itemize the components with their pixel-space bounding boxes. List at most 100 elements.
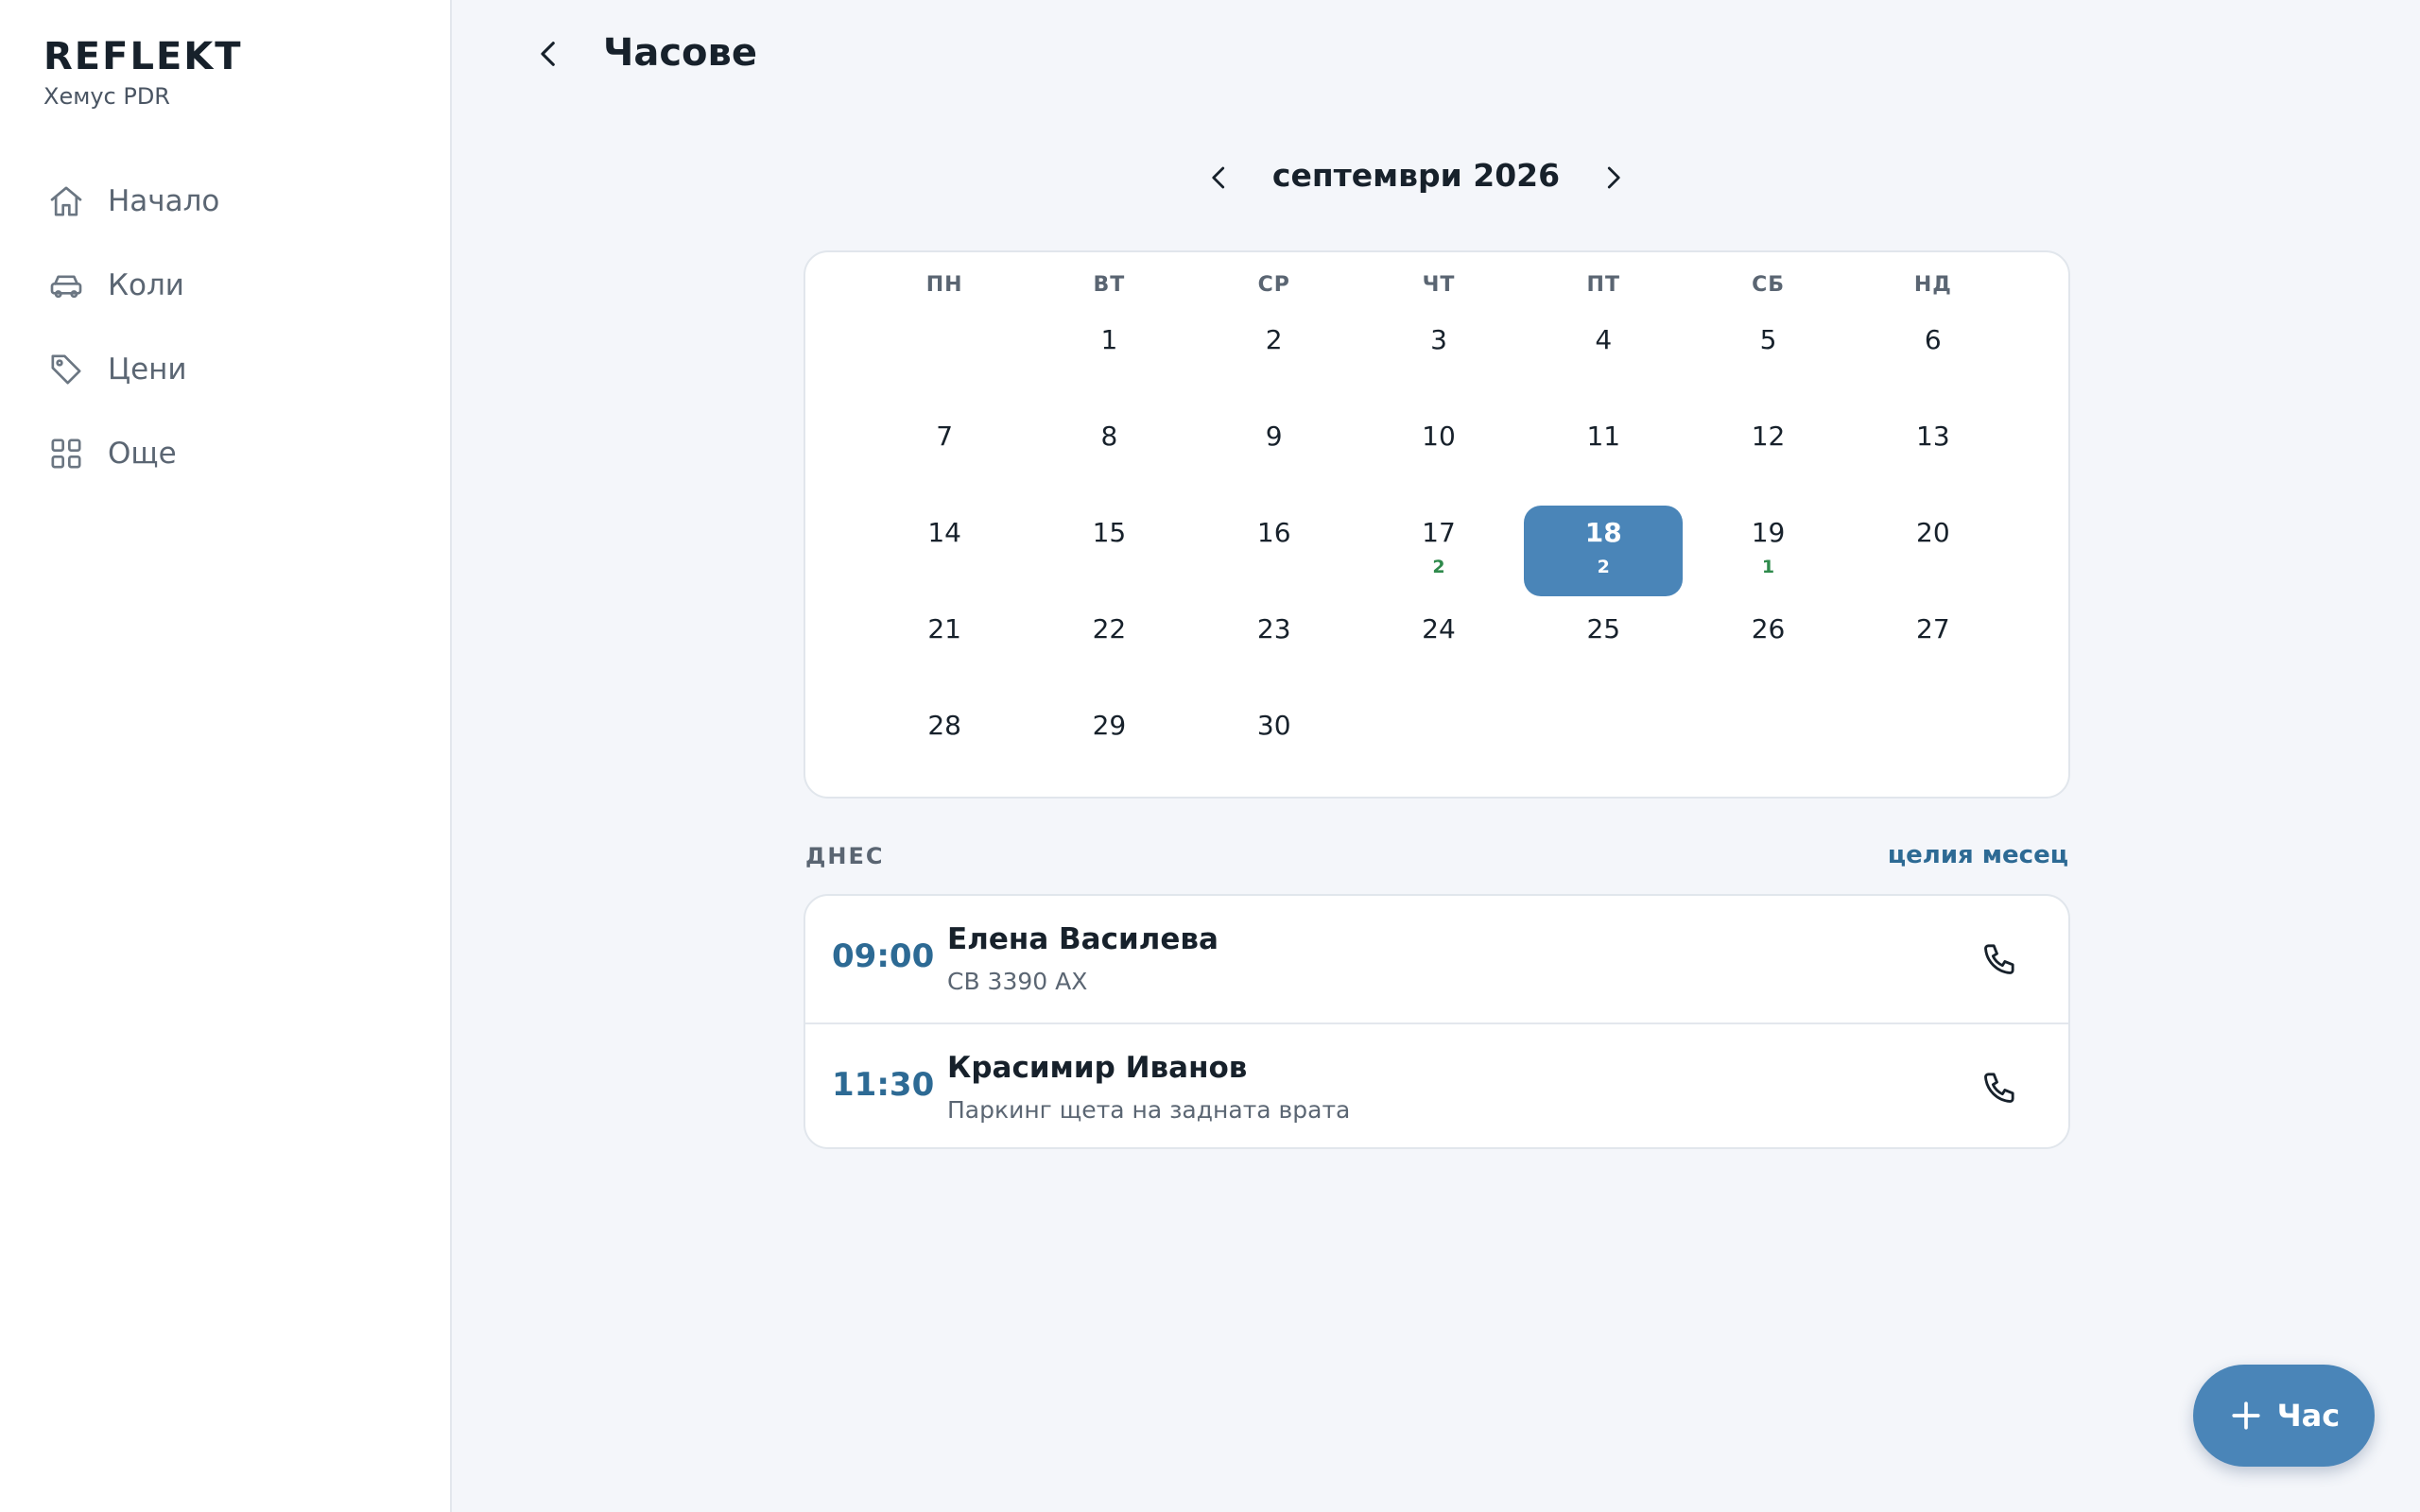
sidebar-item-label: Коли [108, 268, 184, 302]
customer-name: Красимир Иванов [947, 1051, 1248, 1085]
sidebar-item-label: Цени [108, 352, 187, 387]
add-appointment-button[interactable]: Час [2193, 1365, 2375, 1467]
call-button[interactable] [1976, 936, 2023, 983]
weekday-label: ВТ [1093, 273, 1126, 297]
calendar-day[interactable]: 30 [1195, 698, 1354, 789]
calendar-card: ПН ВТ СР ЧТ ПТ СБ НД 1 2 3 4 5 6 7 8 9 10 11 12 13 14 15 16 17… [804, 250, 2070, 799]
day-number: 1 [1100, 324, 1118, 355]
appointment-item[interactable]: 09:00 Елена Василева СВ 3390 АХ [805, 896, 2068, 1022]
calendar-day[interactable]: 11 [1524, 409, 1683, 500]
calendar-day[interactable]: 23 [1195, 602, 1354, 693]
day-number: 23 [1256, 613, 1291, 644]
day-number: 6 [1924, 324, 1942, 355]
calendar-grid: 1 2 3 4 5 6 7 8 9 10 11 12 13 14 15 16 17 2 18 2 19 1 20 21 22 23… [862, 313, 2015, 795]
calendar-day[interactable]: 15 [1030, 506, 1189, 596]
sidebar-item-cars[interactable]: Коли [45, 259, 219, 312]
month-navigator: септември 2026 [1197, 151, 1635, 204]
calendar-empty-cell [1524, 698, 1683, 789]
appointment-list: 09:00 Елена Василева СВ 3390 АХ 11:30 Кр… [804, 894, 2070, 1149]
day-number: 30 [1256, 710, 1291, 741]
day-number: 7 [936, 421, 954, 452]
calendar-day[interactable]: 21 [865, 602, 1024, 693]
weekday-label: СР [1257, 273, 1290, 297]
calendar-day[interactable]: 13 [1854, 409, 2013, 500]
business-name: Хемус PDR [43, 83, 170, 110]
calendar-day[interactable]: 17 2 [1359, 506, 1518, 596]
weekday-label: ЧТ [1422, 273, 1456, 297]
calendar-day[interactable]: 6 [1854, 313, 2013, 404]
back-button[interactable] [524, 28, 575, 79]
calendar-day[interactable]: 9 [1195, 409, 1354, 500]
day-number: 12 [1751, 421, 1786, 452]
sidebar-item-more[interactable]: Още [45, 427, 219, 480]
chevron-left-icon [541, 42, 555, 66]
calendar-day[interactable]: 28 [865, 698, 1024, 789]
sidebar-nav: Начало Коли Цени Още [45, 175, 219, 511]
chevron-right-icon [1607, 166, 1620, 189]
calendar-day[interactable]: 14 [865, 506, 1024, 596]
today-section-header: ДНЕС целия месец [805, 841, 2068, 875]
today-label: ДНЕС [805, 843, 885, 869]
plus-icon [2228, 1398, 2264, 1434]
chevron-left-icon [1212, 166, 1225, 189]
brand: REFLEKT Хемус PDR [43, 36, 243, 110]
phone-icon [1984, 944, 2014, 974]
calendar-day[interactable]: 2 [1195, 313, 1354, 404]
calendar-day[interactable]: 24 [1359, 602, 1518, 693]
appointment-item[interactable]: 11:30 Красимир Иванов Паркинг щета на за… [805, 1022, 2068, 1147]
calendar-day[interactable]: 1 [1030, 313, 1189, 404]
app-logo[interactable]: REFLEKT [43, 36, 243, 77]
calendar-day[interactable]: 16 [1195, 506, 1354, 596]
appointment-time: 09:00 [832, 937, 935, 975]
day-number: 25 [1586, 613, 1621, 644]
calendar-week: 1 2 3 4 5 6 [862, 313, 2015, 409]
day-number: 3 [1430, 324, 1447, 355]
calendar-day[interactable]: 12 [1689, 409, 1848, 500]
calendar-week: 7 8 9 10 11 12 13 [862, 409, 2015, 506]
calendar-day[interactable]: 26 [1689, 602, 1848, 693]
calendar-day[interactable]: 19 1 [1689, 506, 1848, 596]
calendar-day[interactable]: 10 [1359, 409, 1518, 500]
customer-name: Елена Василева [947, 922, 1219, 956]
weekday-label: ПН [925, 273, 963, 297]
calendar-day[interactable]: 8 [1030, 409, 1189, 500]
add-appointment-label: Час [2276, 1398, 2341, 1434]
calendar-day[interactable]: 7 [865, 409, 1024, 500]
calendar-day[interactable]: 22 [1030, 602, 1189, 693]
day-number: 20 [1916, 517, 1950, 548]
calendar-day[interactable]: 29 [1030, 698, 1189, 789]
sidebar-item-label: Още [108, 437, 177, 471]
appointment-count: 1 [1761, 557, 1775, 577]
day-number: 2 [1265, 324, 1283, 355]
day-number: 11 [1586, 421, 1621, 452]
sidebar-item-label: Начало [108, 184, 220, 218]
weekday-label: НД [1913, 273, 1952, 297]
calendar-day-selected[interactable]: 18 2 [1524, 506, 1684, 596]
sidebar-item-prices[interactable]: Цени [45, 343, 219, 396]
day-number: 5 [1759, 324, 1777, 355]
day-number: 22 [1092, 613, 1127, 644]
next-month-button[interactable] [1590, 155, 1635, 200]
call-button[interactable] [1976, 1064, 2023, 1111]
day-number: 10 [1422, 421, 1456, 452]
calendar-day[interactable]: 25 [1524, 602, 1683, 693]
sidebar-item-home[interactable]: Начало [45, 175, 219, 228]
calendar-empty-cell [1689, 698, 1848, 789]
tag-icon [45, 349, 87, 390]
calendar-day[interactable]: 3 [1359, 313, 1518, 404]
weekday-label: ПТ [1586, 273, 1620, 297]
calendar-day[interactable]: 20 [1854, 506, 2013, 596]
calendar-day[interactable]: 5 [1689, 313, 1848, 404]
main-content: Часове септември 2026 ПН ВТ СР ЧТ ПТ СБ НД 123… [452, 0, 2420, 1512]
appointment-detail: СВ 3390 АХ [947, 968, 1088, 995]
month-label: септември 2026 [1271, 157, 1561, 194]
whole-month-link[interactable]: целия месец [1888, 841, 2068, 869]
calendar-day[interactable]: 27 [1854, 602, 2013, 693]
prev-month-button[interactable] [1197, 155, 1242, 200]
appointment-count: 2 [1432, 557, 1445, 577]
page-title: Часове [603, 31, 757, 75]
calendar-week: 14 15 16 17 2 18 2 19 1 20 [862, 506, 2015, 602]
day-number: 13 [1916, 421, 1950, 452]
calendar-day[interactable]: 4 [1524, 313, 1683, 404]
day-number: 21 [927, 613, 961, 644]
